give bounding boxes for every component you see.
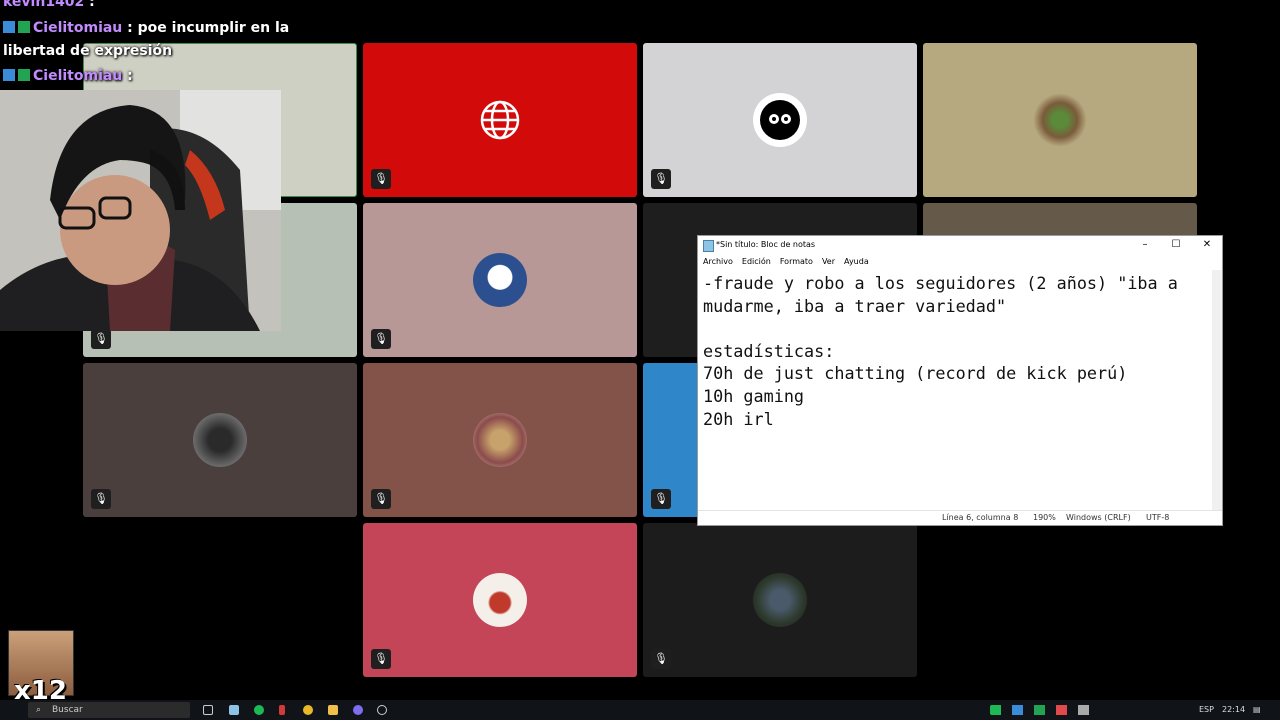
muted-mic-icon: 🎙︎: [371, 649, 391, 669]
muted-mic-icon: 🎙︎: [651, 169, 671, 189]
menu-edicion[interactable]: Edición: [742, 257, 771, 266]
participant-tile-10[interactable]: 🎙︎: [363, 363, 637, 517]
close-button[interactable]: ✕: [1192, 236, 1222, 254]
taskbar: ⌕ Buscar ESP 22:14 ▤: [0, 700, 1280, 720]
menu-ver[interactable]: Ver: [822, 257, 835, 266]
language-indicator[interactable]: ESP: [1199, 703, 1214, 717]
file-explorer-icon[interactable]: [328, 705, 338, 715]
avatar-photo: [473, 413, 527, 467]
notification-icon[interactable]: ▤: [1253, 703, 1261, 717]
muted-mic-icon: 🎙︎: [651, 489, 671, 509]
obs-icon[interactable]: [353, 705, 363, 715]
avatar-photo: [193, 413, 247, 467]
minimize-button[interactable]: –: [1130, 236, 1160, 254]
avatar-doctor: [473, 253, 527, 307]
menu-formato[interactable]: Formato: [780, 257, 813, 266]
badge-icon: [18, 69, 30, 81]
tray-icons[interactable]: [990, 705, 1100, 715]
menu-bar: Archivo Edición Formato Ver Ayuda: [698, 254, 1222, 270]
notepad-titlebar[interactable]: *Sin título: Bloc de notas – ☐ ✕: [698, 236, 1222, 254]
webcam-feed: [0, 90, 281, 331]
clock[interactable]: 22:14: [1222, 703, 1245, 717]
avatar-soot-sprite: [753, 93, 807, 147]
muted-mic-icon: 🎙︎: [371, 329, 391, 349]
status-cursor-position: Línea 6, columna 8: [942, 513, 1019, 522]
muted-mic-icon: 🎙︎: [91, 329, 111, 349]
chat-username: Cielitomiau: [33, 20, 123, 36]
status-encoding: UTF-8: [1146, 513, 1170, 522]
status-zoom: 190%: [1033, 513, 1056, 522]
chrome-icon[interactable]: [303, 705, 313, 715]
muted-mic-icon: 🎙︎: [91, 489, 111, 509]
avatar-photo: [753, 573, 807, 627]
vertical-scrollbar[interactable]: [1212, 270, 1222, 510]
avatar-character: [1033, 93, 1087, 147]
chat-message: kevin1402 :: [3, 0, 95, 10]
badge-icon: [18, 21, 30, 33]
chat-message: Cielitomiau : poe incumplir en la: [3, 20, 289, 36]
badge-icon: [3, 21, 15, 33]
participant-tile-13[interactable]: 🎙︎: [643, 523, 917, 677]
window-title: *Sin título: Bloc de notas: [716, 240, 816, 249]
badge-icon: [3, 69, 15, 81]
chat-username: Cielitomiau: [33, 68, 123, 84]
participant-tile-12[interactable]: 🎙︎: [363, 523, 637, 677]
menu-archivo[interactable]: Archivo: [703, 257, 733, 266]
menu-ayuda[interactable]: Ayuda: [844, 257, 869, 266]
notepad-text-area[interactable]: -fraude y robo a los seguidores (2 años)…: [703, 272, 1178, 430]
app-icon[interactable]: [279, 705, 285, 715]
notepad-taskbar-icon[interactable]: [229, 705, 239, 715]
avatar-anime: [473, 573, 527, 627]
chat-message-continued: libertad de expresión: [3, 43, 173, 59]
muted-mic-icon: 🎙︎: [651, 649, 671, 669]
participant-tile-2[interactable]: 🎙︎: [363, 43, 637, 197]
spotify-icon[interactable]: [254, 705, 264, 715]
participant-tile-3[interactable]: 🎙︎: [643, 43, 917, 197]
search-placeholder: Buscar: [52, 705, 83, 715]
status-line-ending: Windows (CRLF): [1066, 513, 1131, 522]
participant-tile-9[interactable]: 🎙︎: [83, 363, 357, 517]
task-view-icon[interactable]: [203, 705, 213, 715]
chat-message: Cielitomiau :: [3, 68, 133, 84]
taskbar-search[interactable]: ⌕ Buscar: [28, 702, 190, 718]
chat-username: kevin1402: [3, 0, 85, 10]
maximize-button[interactable]: ☐: [1161, 236, 1191, 254]
notepad-window[interactable]: *Sin título: Bloc de notas – ☐ ✕ Archivo…: [697, 235, 1223, 526]
globe-icon: [473, 93, 527, 147]
participant-tile-6[interactable]: 🎙︎: [363, 203, 637, 357]
status-bar: Línea 6, columna 8 190% Windows (CRLF) U…: [698, 510, 1222, 525]
muted-mic-icon: 🎙︎: [371, 169, 391, 189]
participant-tile-4[interactable]: [923, 43, 1197, 197]
search-icon: ⌕: [36, 705, 42, 715]
app-icon[interactable]: [377, 705, 387, 715]
muted-mic-icon: 🎙︎: [371, 489, 391, 509]
notepad-icon: [703, 240, 714, 252]
